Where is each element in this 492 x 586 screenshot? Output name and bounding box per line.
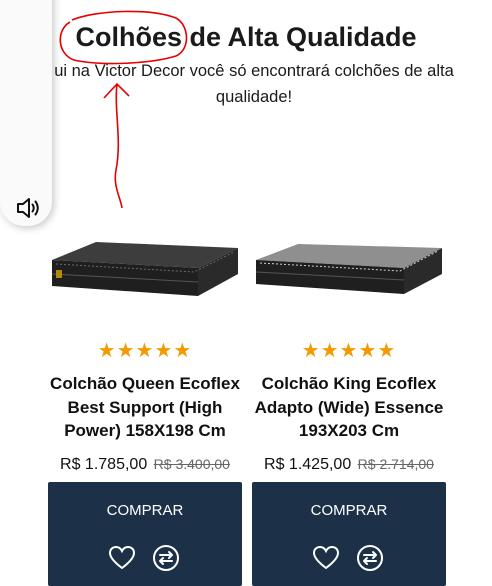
old-price: R$ 2.714,00	[357, 456, 434, 472]
rating-stars: ★★★★★	[97, 340, 193, 362]
product-name[interactable]: Colchão King Ecoflex Adapto (Wide) Essen…	[242, 372, 456, 443]
speaker-icon[interactable]	[14, 194, 42, 222]
compare-icon[interactable]	[356, 544, 384, 572]
mattress-grey-image[interactable]	[252, 230, 446, 312]
buy-box: COMPRAR	[48, 482, 242, 586]
buy-button[interactable]: COMPRAR	[252, 502, 446, 519]
buy-box: COMPRAR	[252, 482, 446, 586]
more-dots-icon[interactable]: •••	[16, 0, 34, 2]
current-price: R$ 1.785,00	[60, 456, 148, 473]
heart-icon[interactable]	[312, 544, 340, 572]
heart-icon[interactable]	[108, 544, 136, 572]
section-subtitle: ui na Victor Decor você só encontrará co…	[54, 62, 454, 106]
price-row: R$ 1.425,00 R$ 2.714,00	[246, 456, 452, 474]
product-name[interactable]: Colchão Queen Ecoflex Best Support (High…	[38, 372, 252, 443]
mattress-dark-image[interactable]	[48, 230, 242, 312]
floating-side-panel: •••	[0, 0, 52, 226]
current-price: R$ 1.425,00	[264, 456, 352, 473]
buy-button[interactable]: COMPRAR	[48, 502, 242, 519]
compare-icon[interactable]	[152, 544, 180, 572]
section-title: Colhões de Alta Qualidade	[75, 22, 417, 52]
rating-stars: ★★★★★	[301, 340, 397, 362]
old-price: R$ 3.400,00	[153, 456, 230, 472]
price-row: R$ 1.785,00 R$ 3.400,00	[42, 456, 248, 474]
